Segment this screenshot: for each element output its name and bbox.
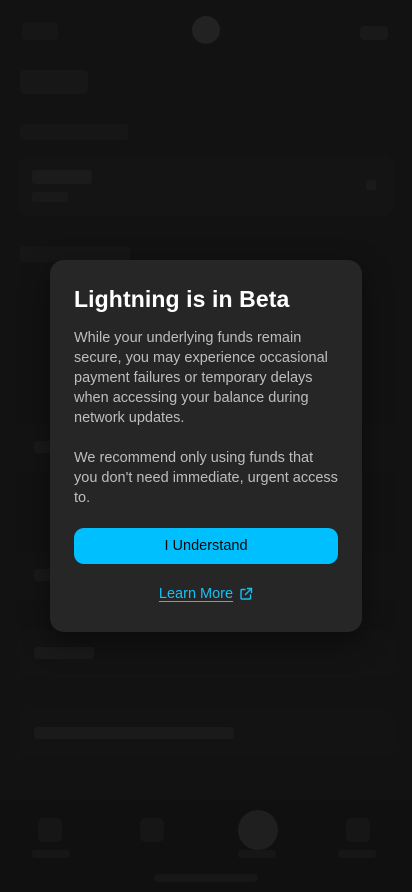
dialog-title: Lightning is in Beta bbox=[74, 286, 290, 312]
dialog-paragraph-recommendation: We recommend only using funds that you d… bbox=[74, 450, 338, 506]
dialog-paragraph-funds-secure: While your underlying funds remain secur… bbox=[74, 330, 328, 426]
learn-more-label: Learn More bbox=[158, 586, 234, 602]
i-understand-button[interactable]: I Understand bbox=[74, 528, 338, 564]
dialog-body: While your underlying funds remain secur… bbox=[74, 328, 340, 508]
external-link-icon bbox=[239, 587, 253, 601]
app-screen: Lightning is in Beta While your underlyi… bbox=[0, 0, 412, 892]
beta-warning-dialog: Lightning is in Beta While your underlyi… bbox=[50, 260, 362, 632]
learn-more-link[interactable]: Learn More bbox=[74, 584, 338, 604]
